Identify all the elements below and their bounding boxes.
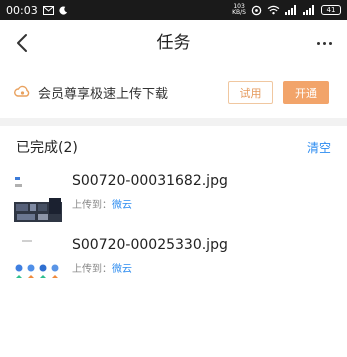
battery-level: 41: [326, 6, 336, 14]
status-time: 00:03: [6, 3, 38, 17]
status-right: 103 KB/S 41: [232, 4, 341, 16]
list-item[interactable]: S00720-00025330.jpg 上传到：微云: [0, 234, 347, 292]
sync-icon: [251, 5, 262, 15]
file-destination: 上传到：微云: [72, 260, 132, 275]
list-item[interactable]: S00720-00031682.jpg 上传到：微云: [0, 170, 347, 228]
more-dot: [328, 41, 332, 45]
signal-icon: [285, 5, 296, 15]
moon-icon: [59, 5, 67, 15]
chevron-left-icon: [17, 34, 27, 52]
net-speed: 103 KB/S: [232, 4, 246, 16]
page-title: 任务: [156, 33, 191, 53]
wifi-icon: [267, 5, 280, 15]
status-left: 00:03: [6, 4, 68, 17]
trial-button[interactable]: 试用: [228, 81, 273, 104]
file-destination: 上传到：微云: [72, 196, 132, 211]
promo-text: 会员尊享极速上传下载: [38, 86, 169, 102]
more-dot: [316, 41, 320, 45]
more-dot: [322, 41, 326, 45]
open-membership-button[interactable]: 开通: [283, 81, 329, 104]
net-speed-unit: KB/S: [232, 9, 246, 16]
destination-prefix: 上传到：: [72, 264, 112, 275]
vip-promo-banner: 会员尊享极速上传下载 试用 开通: [0, 72, 347, 112]
message-icon: [42, 5, 54, 15]
completed-title: 已完成(2): [16, 140, 78, 156]
more-button[interactable]: [311, 30, 337, 56]
file-name: S00720-00031682.jpg: [72, 173, 228, 189]
file-name: S00720-00025330.jpg: [72, 237, 228, 253]
section-divider: [0, 118, 347, 126]
image-thumbnail: [14, 238, 62, 286]
nav-bar: 任务: [0, 20, 347, 66]
destination-link[interactable]: 微云: [112, 200, 132, 211]
signal-icon-2: [303, 5, 314, 15]
status-bar: 00:03 103 KB/S 41: [0, 0, 347, 20]
vip-cloud-icon: [14, 85, 30, 97]
back-button[interactable]: [10, 30, 36, 56]
battery-icon: 41: [321, 5, 341, 15]
destination-prefix: 上传到：: [72, 200, 112, 211]
destination-link[interactable]: 微云: [112, 264, 132, 275]
clear-button[interactable]: 清空: [307, 139, 331, 156]
completed-section-header: 已完成(2) 清空: [0, 132, 347, 162]
image-thumbnail: [14, 174, 62, 222]
